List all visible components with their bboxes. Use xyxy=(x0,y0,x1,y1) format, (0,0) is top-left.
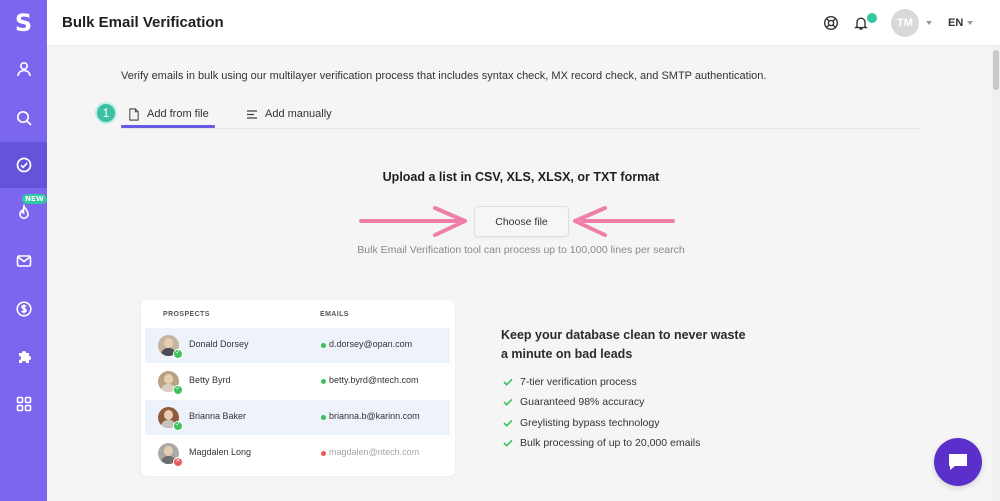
prospect-email: betty.byrd@ntech.com xyxy=(329,375,419,385)
file-icon xyxy=(129,107,139,121)
arrow-left-icon xyxy=(573,206,675,237)
chat-icon xyxy=(949,454,967,470)
tab-label: Add from file xyxy=(147,108,209,120)
apps-icon xyxy=(16,396,31,412)
intro-text: Verify emails in bulk using our multilay… xyxy=(121,70,767,82)
column-header-emails: EMAILS xyxy=(320,311,349,318)
scrollbar-thumb[interactable] xyxy=(993,50,999,90)
sidebar-item-search[interactable] xyxy=(0,95,47,141)
column-header-prospects: PROSPECTS xyxy=(163,311,210,318)
top-header: Bulk Email Verification TM EN xyxy=(47,0,1000,46)
prospect-email: d.dorsey@opan.com xyxy=(329,339,413,349)
language-selector[interactable]: EN xyxy=(948,17,963,29)
upload-note: Bulk Email Verification tool can process… xyxy=(357,244,685,256)
dollar-icon xyxy=(15,301,32,317)
benefit-label: 7-tier verification process xyxy=(520,376,637,388)
benefit-item: Greylisting bypass technology xyxy=(503,417,660,429)
puzzle-icon xyxy=(18,351,31,363)
app-logo[interactable]: S xyxy=(0,0,47,46)
table-row: ✓ Donald Dorsey d.dorsey@opan.com xyxy=(145,328,450,363)
search-icon xyxy=(16,110,32,126)
check-icon: ✓ xyxy=(173,385,183,395)
tab-add-manually[interactable]: Add manually xyxy=(246,100,332,128)
flame-icon xyxy=(18,204,29,219)
chevron-down-icon[interactable] xyxy=(967,21,973,25)
prospect-name: Brianna Baker xyxy=(189,411,247,421)
prospect-name: Betty Byrd xyxy=(189,375,231,385)
table-row: ✓ Betty Byrd betty.byrd@ntech.com xyxy=(145,364,450,399)
tab-add-from-file[interactable]: Add from file xyxy=(128,100,209,128)
benefit-item: Guaranteed 98% accuracy xyxy=(503,396,644,408)
benefits-title: Keep your database clean to never waste … xyxy=(501,328,746,361)
chat-button[interactable] xyxy=(934,438,982,486)
page-title: Bulk Email Verification xyxy=(62,14,224,31)
scrollbar[interactable] xyxy=(992,46,1000,501)
check-icon xyxy=(503,439,513,447)
user-icon xyxy=(16,61,31,77)
check-icon xyxy=(503,398,513,406)
sidebar-item-billing[interactable] xyxy=(0,286,47,332)
text-lines-icon xyxy=(247,109,257,119)
benefit-item: 7-tier verification process xyxy=(503,376,637,388)
user-avatar[interactable]: TM xyxy=(891,9,919,37)
choose-file-button[interactable]: Choose file xyxy=(474,206,569,237)
new-badge: NEW xyxy=(22,194,47,204)
sidebar-item-prospects[interactable] xyxy=(0,46,47,92)
check-icon: ✓ xyxy=(173,421,183,431)
table-row: ✓ Brianna Baker brianna.b@karinn.com xyxy=(145,400,450,435)
prospect-email: brianna.b@karinn.com xyxy=(329,411,420,421)
check-icon xyxy=(503,378,513,386)
prospect-name: Donald Dorsey xyxy=(189,339,249,349)
arrow-right-icon xyxy=(359,206,467,237)
prospect-name: Magdalen Long xyxy=(189,447,252,457)
check-icon: ✓ xyxy=(173,349,183,359)
upload-title: Upload a list in CSV, XLS, XLSX, or TXT … xyxy=(382,170,660,184)
benefit-item: Bulk processing of up to 20,000 emails xyxy=(503,437,700,449)
tab-label: Add manually xyxy=(265,108,332,120)
status-dot xyxy=(321,451,326,456)
tabs-divider xyxy=(121,128,921,129)
help-icon[interactable] xyxy=(823,15,839,31)
cross-icon: ✕ xyxy=(173,457,183,467)
prospect-email: magdalen@ntech.com xyxy=(329,447,420,457)
benefit-label: Greylisting bypass technology xyxy=(520,417,660,429)
notification-dot xyxy=(867,13,877,23)
table-row: ✕ Magdalen Long magdalen@ntech.com xyxy=(145,436,450,471)
benefit-label: Bulk processing of up to 20,000 emails xyxy=(520,437,701,449)
status-dot xyxy=(321,343,326,348)
step-badge: 1 xyxy=(95,102,117,124)
check-icon xyxy=(503,419,513,427)
status-dot xyxy=(321,415,326,420)
benefit-label: Guaranteed 98% accuracy xyxy=(520,396,645,408)
status-dot xyxy=(321,379,326,384)
chevron-down-icon[interactable] xyxy=(926,21,932,25)
sidebar-item-integrations[interactable] xyxy=(0,333,47,379)
sidebar-item-apps[interactable] xyxy=(0,381,47,427)
